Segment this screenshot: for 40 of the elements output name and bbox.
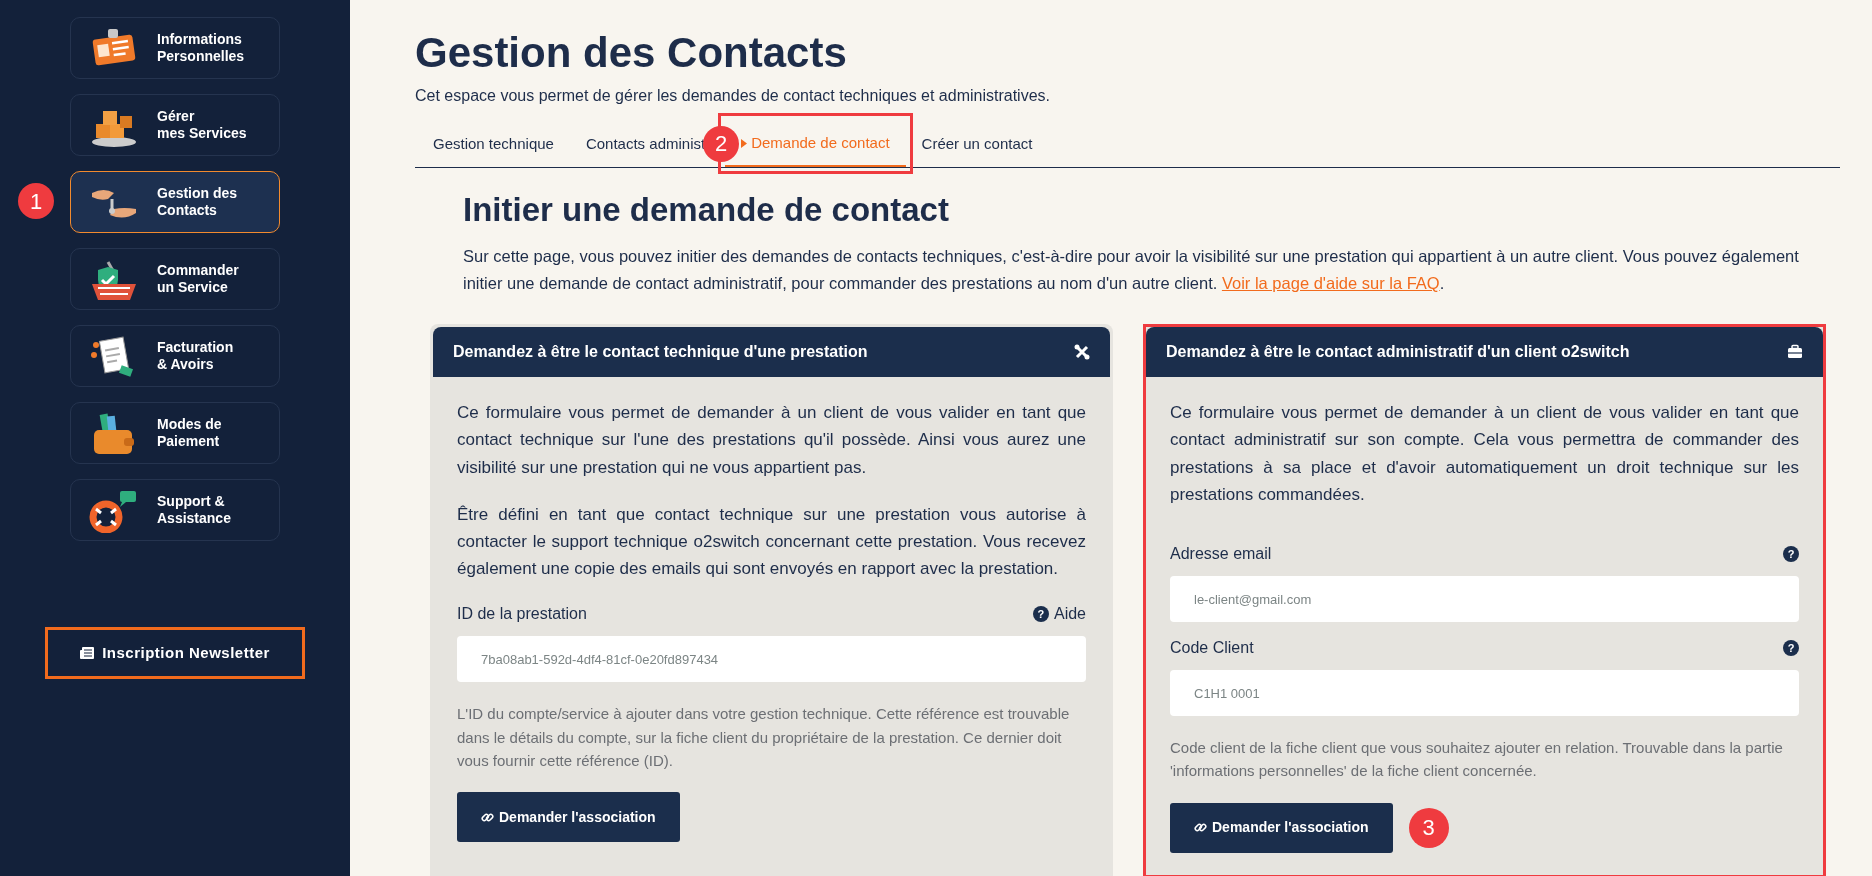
tab[interactable]: Gestion technique xyxy=(417,120,570,167)
field-hint: Code client de la fiche client que vous souhaitez ajouter en relation. Trouvable dans la partie 'informations personnelles' de la fiche client concernée. xyxy=(1170,738,1784,782)
card-description: Ce formulaire vous permet de demander à un client de vous valider en tant que contact administratif sur son compte. Cela vous permettra de commander des prestations à sa place et d'avoir automatiquement un droit technique sur les prestations commandées. xyxy=(1170,402,1799,506)
tab[interactable]: Créer un contact xyxy=(905,120,1049,167)
card-description: Être défini en tant que contact technique sur une prestation vous autorise à contacter le support technique o2switch concernant cette prestation. Vous recevez également une copie des emails qui sont envoyés en rapport avec la prestation. xyxy=(457,503,1086,581)
tools-icon xyxy=(1074,344,1090,361)
intro-paragraph: Sur cette page, vous pouvez initier des demandes de contacts techniques, c'est-à-dire pour avoir la visibilité sur une prestation qui appartient à un autre client. Vous pouvez également initier une demande de contact administratif, pour commander des prestations au nom d'un autre client. Voir la page d'aide sur la FAQ. xyxy=(463,246,1800,294)
field-label: Adresse email xyxy=(1170,544,1272,564)
step-marker: 1 xyxy=(18,183,54,219)
card-title: Demandez à être le contact administratif d'un client o2switch xyxy=(1166,342,1630,363)
step-marker: 2 xyxy=(703,125,740,162)
field-hint: L'ID du compte/service à ajouter dans votre gestion technique. Cette référence est trouvable dans le détails du compte, sur la fiche client du propriétaire de la prestation. Ce dernier doit vous fournir cette référence (ID). xyxy=(457,704,1071,771)
help-link[interactable]: Aide xyxy=(1053,602,1086,627)
input-field[interactable]: le-client@gmail.com xyxy=(1170,576,1799,622)
page-subtitle: Cet espace vous permet de gérer les demandes de contact techniques et administratives. xyxy=(415,86,1051,107)
request-button[interactable]: Demander l'association xyxy=(1170,802,1393,853)
briefcase-icon xyxy=(1787,344,1803,361)
sidebar-item[interactable]: Commander un Service xyxy=(70,248,280,310)
sidebar-item[interactable]: Gestion des Contacts xyxy=(70,171,280,233)
card-title: Demandez à être le contact technique d'une prestation xyxy=(453,342,868,363)
help-icon[interactable]: ? xyxy=(1783,546,1799,562)
field-label: ID de la prestation xyxy=(457,604,587,625)
page-title: Gestion des Contacts xyxy=(415,28,848,78)
newspaper-icon xyxy=(80,647,95,659)
field-label: Code Client xyxy=(1170,638,1254,658)
sidebar-item[interactable]: Facturation & Avoirs xyxy=(70,325,280,387)
help-icon[interactable]: ? xyxy=(1783,640,1799,656)
help-icon[interactable]: ? xyxy=(1032,606,1049,623)
section-title: Initier une demande de contact xyxy=(463,189,950,230)
link-icon xyxy=(1194,821,1207,834)
card-description: Ce formulaire vous permet de demander à un client de vous valider en tant que contact technique sur l'une des prestations qu'il possède. Ainsi vous aurez une visibilité sur une prestation qui ne vous appartient pas. xyxy=(457,402,1086,479)
step-marker: 3 xyxy=(1408,807,1449,848)
sidebar-item[interactable]: Informations Personnelles xyxy=(70,17,280,79)
input-field[interactable]: 7ba08ab1-592d-4df4-81cf-0e20fd897434 xyxy=(457,636,1086,683)
request-button[interactable]: Demander l'association xyxy=(457,792,680,843)
sidebar-item[interactable]: Gérer mes Services xyxy=(70,94,280,156)
newsletter-button[interactable]: Inscription Newsletter xyxy=(45,627,305,679)
sidebar-item[interactable]: Modes de Paiement xyxy=(70,402,280,464)
input-field[interactable]: C1H1 0001 xyxy=(1170,670,1799,716)
sidebar-item[interactable]: Support & Assistance xyxy=(70,479,280,541)
